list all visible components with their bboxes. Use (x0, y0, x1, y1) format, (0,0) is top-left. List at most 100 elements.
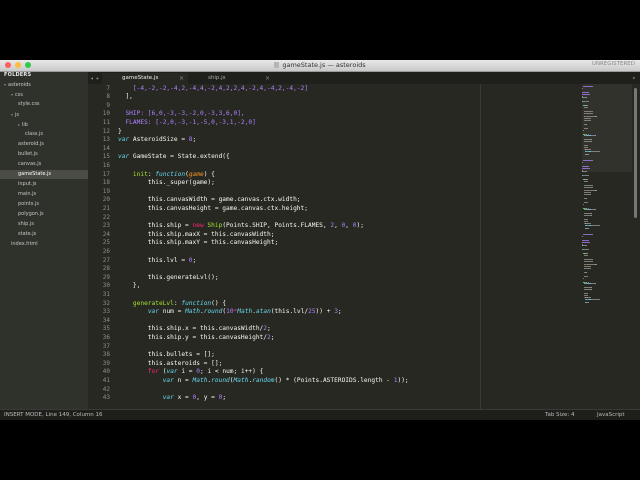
code-line[interactable]: this.ship.maxX = this.canvasWidth; (118, 231, 275, 240)
sidebar-item[interactable]: index.html (0, 240, 88, 249)
sidebar-item[interactable]: bullet.js (0, 150, 88, 159)
code-line[interactable]: this.bullets = []; (118, 351, 215, 360)
code-line[interactable]: FLAMES: [-2,0,-3,-1,-5,0,-3,1,-2,0] (118, 119, 255, 128)
minimap-line (583, 268, 592, 270)
code-line[interactable]: this.ship = new Ship(Points.SHIP, Points… (118, 222, 364, 231)
sidebar-item[interactable]: ship.js (0, 220, 88, 229)
close-tab-icon[interactable]: × (265, 73, 270, 84)
code-line[interactable]: var n = Math.round(Math.random() * (Poin… (118, 377, 409, 386)
code-token: ; (192, 136, 197, 144)
sidebar-item[interactable]: ▾ asteroids (0, 80, 88, 89)
code-line[interactable]: var AsteroidSize = 8; (118, 136, 196, 145)
sidebar-item[interactable]: canvas.js (0, 160, 88, 169)
code-token: ; (270, 333, 275, 341)
code-token: new (192, 222, 208, 230)
code-editor[interactable]: 7 8 9 10 11 12 13 14 15 16 17 18 19 20 21 22 23 24 25 26 27 2… (88, 84, 480, 409)
code-line[interactable]: generateLvl: function() { (118, 300, 226, 309)
sidebar-item[interactable]: main.js (0, 190, 88, 199)
code-line[interactable]: [-4,-2,-2,-4,2,-4,4,-2,4,2,2,4,-2,4,-4,2… (118, 85, 308, 94)
sidebar-item[interactable]: points.js (0, 200, 88, 209)
code-line[interactable]: this.asteroids = []; (118, 360, 223, 369)
editor-window: gameState.js — asteroids UNREGISTERED FO… (0, 60, 640, 420)
line-number: 28 (102, 265, 110, 273)
code-line[interactable]: ], (118, 93, 132, 102)
syntax-selector[interactable]: JavaScript (597, 410, 625, 420)
sidebar-item[interactable]: polygon.js (0, 210, 88, 219)
window-title-project: asteroids (335, 61, 366, 69)
minimap-line (587, 179, 588, 180)
code-line[interactable]: SHIP: [6,0,-3,-3,-2,0,-3,3,6,0], (118, 110, 244, 119)
line-number: 31 (102, 290, 110, 298)
sidebar-item-label: main.js (18, 191, 37, 197)
vertical-scrollbar[interactable] (634, 88, 637, 218)
code-line[interactable]: }, (118, 282, 140, 291)
code-line[interactable]: this.generateLvl(); (118, 274, 219, 283)
tab-size-selector[interactable]: Tab Size: 4 (545, 410, 574, 420)
minimap-line (582, 160, 594, 161)
code-line[interactable]: init: function(game) { (118, 171, 215, 180)
code-line[interactable]: var GameState = State.extend({ (118, 153, 230, 162)
code-line[interactable]: this.canvasHeight = game.canvas.ctx.heig… (118, 205, 308, 214)
line-number: 33 (102, 308, 110, 316)
code-token: var (162, 376, 178, 384)
minimap-line (583, 146, 589, 148)
tab-label: ship.js (208, 75, 226, 81)
minimap-line (582, 91, 590, 93)
disclosure-open-icon[interactable]: ▾ (11, 92, 13, 97)
sidebar: FOLDERS ▾ asteroids ▾ css style.css ▾ js ▸ lib cl… (0, 72, 88, 409)
line-number: 17 (102, 170, 110, 178)
sidebar-item-label: asteroids (8, 82, 31, 88)
sidebar-item-label: class.js (25, 131, 43, 137)
code-token: GameState = State.extend({ (132, 153, 230, 161)
code-line[interactable]: for (var i = 0; i < num; i++) { (118, 368, 264, 377)
code-area[interactable]: [-4,-2,-2,-4,2,-4,4,-2,4,2,2,4,-2,4,-4,2… (118, 84, 480, 409)
sidebar-item[interactable]: input.js (0, 180, 88, 189)
line-number: 7 (106, 84, 110, 92)
tab-scroll-right-icon[interactable]: ▸ (96, 73, 100, 84)
minimap-line (583, 112, 594, 114)
disclosure-open-icon[interactable]: ▾ (11, 112, 13, 117)
code-line[interactable]: var num = Math.round(10*Math.atan(this.l… (118, 308, 342, 317)
minimap-line (582, 239, 590, 241)
code-token: () { (211, 299, 227, 307)
line-number: 29 (102, 273, 110, 281)
minimap[interactable] (582, 86, 632, 306)
disclosure-open-icon[interactable]: ▾ (4, 82, 6, 87)
sidebar-item[interactable]: class.js (0, 130, 88, 139)
close-tab-icon[interactable]: × (179, 73, 184, 84)
tab[interactable]: ship.js × (188, 73, 274, 84)
code-token: this.ship = (118, 222, 193, 230)
code-line[interactable]: this.canvasWidth = game.canvas.ctx.width… (118, 196, 301, 205)
code-token: Math (185, 308, 200, 316)
unregistered-label: UNREGISTERED (591, 61, 635, 67)
sidebar-item[interactable]: ▾ js (0, 110, 88, 119)
sidebar-item[interactable]: ▾ css (0, 90, 88, 99)
code-line[interactable]: this.ship.maxY = this.canvasHeight; (118, 239, 278, 248)
code-token: this.lvl = (118, 256, 189, 264)
code-line[interactable]: this._super(game); (118, 179, 215, 188)
sidebar-item-label: asteroid.js (18, 141, 44, 147)
code-line[interactable]: } (118, 128, 122, 137)
sidebar-item[interactable]: asteroid.js (0, 140, 88, 149)
minimap-line (582, 93, 591, 95)
line-number: 43 (102, 394, 110, 402)
sidebar-item[interactable]: state.js (0, 230, 88, 239)
code-token: AsteroidSize = (132, 136, 189, 144)
minimap-line (583, 106, 588, 108)
sidebar-item[interactable]: ▸ lib (0, 120, 88, 129)
code-token: atan (255, 308, 271, 316)
sidebar-item[interactable]: gameState.js (0, 170, 88, 179)
sidebar-item[interactable]: style.css (0, 100, 88, 109)
code-line[interactable]: this.ship.x = this.canvasWidth/2; (118, 325, 271, 334)
tab[interactable]: gameState.js × (102, 73, 188, 84)
tab-scroll-left-icon[interactable]: ◂ (90, 73, 94, 84)
tab-menu-icon[interactable]: ▾ (632, 73, 636, 84)
code-line[interactable]: this.lvl = 0; (118, 257, 196, 266)
sidebar-item-label: js (15, 112, 20, 118)
code-line[interactable]: this.ship.y = this.canvasHeight/2; (118, 333, 275, 343)
code-line[interactable]: var x = 0, y = 0; (118, 394, 226, 403)
disclosure-closed-icon[interactable]: ▸ (18, 122, 20, 127)
